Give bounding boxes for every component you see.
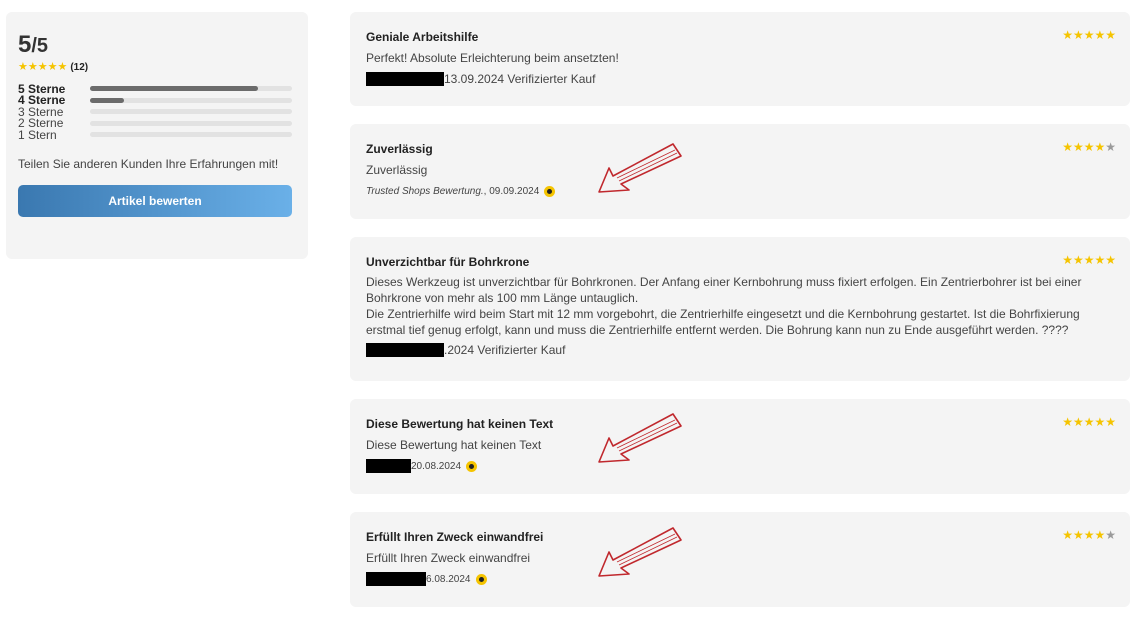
review-stars: ★★★★★ (1062, 528, 1116, 542)
rating-distribution: 5 Sterne 4 Sterne 3 Sterne 2 Sterne 1 St… (18, 82, 296, 142)
redacted-name (366, 72, 444, 86)
review-card: Diese Bewertung hat keinen Text ★★★★★ Di… (350, 399, 1130, 494)
distribution-row: 1 Stern (18, 127, 296, 142)
distribution-bar (90, 132, 292, 138)
review-title: Geniale Arbeitshilfe (366, 30, 479, 44)
annotation-arrow (598, 413, 682, 463)
review-meta: 6.08.2024 (366, 571, 1114, 587)
review-title: Diese Bewertung hat keinen Text (366, 417, 554, 431)
review-meta: Trusted Shops Bewertung. , 09.09.2024 (366, 183, 1114, 199)
annotation-arrow (598, 143, 682, 193)
rate-article-button[interactable]: Artikel bewerten (18, 184, 292, 217)
review-date: 6.08.2024 (426, 573, 471, 585)
star-off-icon: ★ (1105, 528, 1116, 542)
review-date: 20.08.2024 (411, 460, 462, 472)
review-text-line: Dieses Werkzeug ist unverzichtbar für Bo… (366, 275, 1082, 289)
star-off-icon: ★ (1105, 140, 1116, 154)
review-text: Dieses Werkzeug ist unverzichtbar für Bo… (366, 274, 1114, 338)
review-title: Unverzichtbar für Bohrkrone (366, 255, 530, 269)
star-icon: ★★★★★ (18, 61, 68, 73)
review-title: Zuverlässig (366, 142, 433, 156)
trusted-shops-badge-icon (475, 573, 487, 585)
review-text-line: erstmal tief genug erfolgt, kann und mus… (366, 323, 1069, 337)
review-date: 13.09.2024 Verifizierter Kauf (444, 72, 596, 86)
star-icon: ★★★★ (1062, 528, 1106, 542)
rating-summary: 5/5 ★★★★★ (12) 5 Sterne 4 Sterne 3 Stern… (6, 12, 308, 259)
review-text: Diese Bewertung hat keinen Text (366, 438, 542, 452)
trusted-shops-label: Trusted Shops Bewertung. (366, 185, 484, 197)
score-value: 5 (18, 31, 32, 58)
star-icon: ★★★★★ (1062, 415, 1116, 429)
score-denominator: /5 (31, 35, 49, 57)
review-meta: .2024 Verifizierter Kauf (366, 342, 1114, 358)
distribution-bar-fill (90, 97, 125, 103)
review-stars: ★★★★★ (1062, 28, 1116, 42)
review-meta: 13.09.2024 Verifizierter Kauf (366, 71, 1114, 87)
distribution-label: 1 Stern (18, 127, 57, 142)
review-card: Geniale Arbeitshilfe ★★★★★ Perfekt! Abso… (350, 12, 1130, 106)
review-text: Zuverlässig (366, 163, 428, 177)
star-icon: ★★★★ (1062, 140, 1106, 154)
review-text: Erfüllt Ihren Zweck einwandfrei (366, 551, 531, 565)
review-text-line: Die Zentrierhilfe wird beim Start mit 12… (366, 307, 1080, 321)
annotation-arrow (598, 527, 682, 577)
review-stars: ★★★★★ (1062, 253, 1116, 267)
review-meta: 20.08.2024 (366, 458, 1114, 474)
review-stars: ★★★★★ (1062, 140, 1116, 154)
distribution-bar (90, 120, 292, 126)
review-card: Zuverlässig ★★★★★ Zuverlässig Trusted Sh… (350, 124, 1130, 219)
review-date: , 09.09.2024 (483, 185, 540, 197)
redacted-name (366, 572, 426, 586)
star-icon: ★★★★★ (1062, 28, 1116, 42)
share-prompt: Teilen Sie anderen Kunden Ihre Erfahrung… (18, 156, 279, 171)
redacted-name (366, 343, 444, 357)
review-date: .2024 Verifizierter Kauf (444, 343, 566, 357)
average-score: 5/5 (18, 32, 296, 59)
review-count: (12) (70, 61, 89, 73)
review-stars: ★★★★★ (1062, 415, 1116, 429)
distribution-bar (90, 97, 292, 103)
summary-stars-row: ★★★★★ (12) (18, 61, 296, 73)
redacted-name (366, 459, 411, 473)
trusted-shops-badge-icon (544, 185, 556, 197)
review-card: Erfüllt Ihren Zweck einwandfrei ★★★★★ Er… (350, 512, 1130, 607)
review-text-line: Bohrkrone von mehr als 100 mm Länge unta… (366, 291, 639, 305)
distribution-bar (90, 86, 292, 92)
review-text: Perfekt! Absolute Erleichterung beim ans… (366, 51, 619, 65)
review-title: Erfüllt Ihren Zweck einwandfrei (366, 530, 544, 544)
distribution-bar (90, 109, 292, 115)
trusted-shops-badge-icon (466, 460, 478, 472)
distribution-bar-fill (90, 86, 258, 92)
star-icon: ★★★★★ (1062, 253, 1116, 267)
review-card: Unverzichtbar für Bohrkrone ★★★★★ Dieses… (350, 237, 1130, 381)
